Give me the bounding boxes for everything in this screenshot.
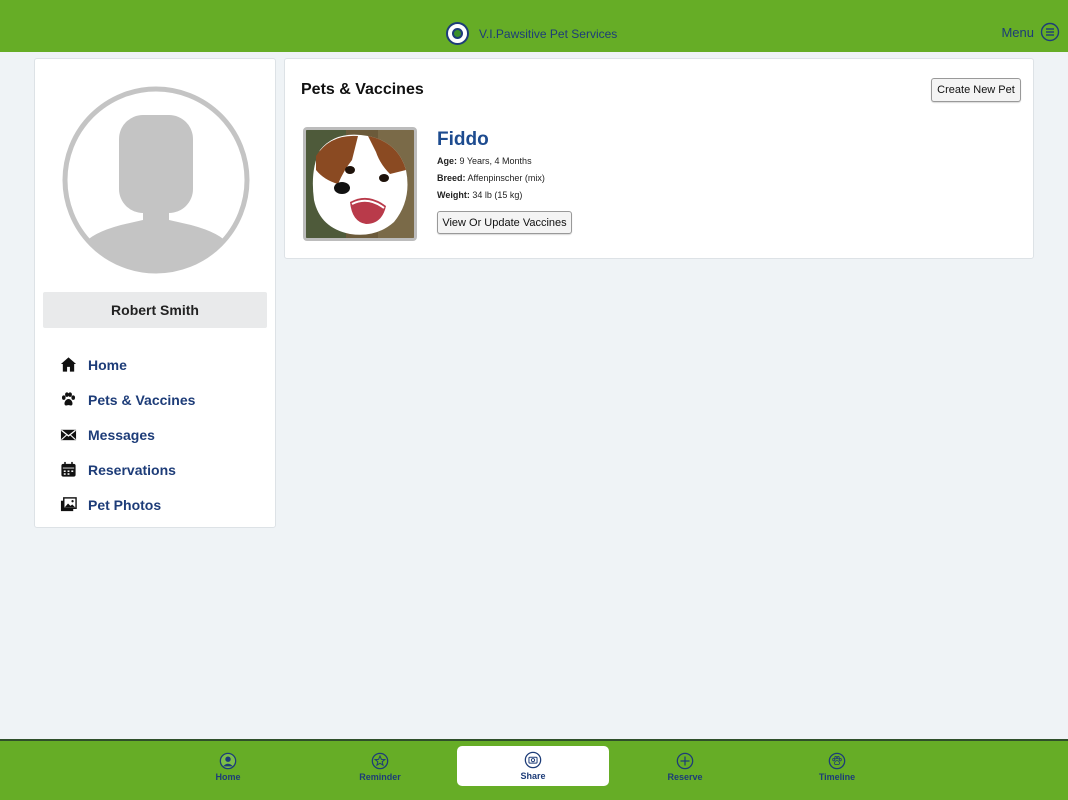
sidebar-item-pets-vaccines[interactable]: Pets & Vaccines (59, 382, 195, 417)
menu-button[interactable]: Menu (1001, 22, 1060, 42)
sidebar-item-reservations[interactable]: Reservations (59, 452, 195, 487)
user-circle-icon (219, 752, 237, 770)
top-bar: V.I.Pawsitive Pet Services Menu (0, 0, 1068, 52)
pet-breed-value: Affenpinscher (mix) (467, 173, 545, 183)
tab-home[interactable]: Home (152, 747, 304, 787)
tab-reminder[interactable]: Reminder (304, 747, 456, 787)
pet-weight-label: Weight: (437, 190, 470, 200)
app-title: V.I.Pawsitive Pet Services (479, 26, 618, 41)
camera-icon (524, 751, 542, 769)
brand[interactable]: V.I.Pawsitive Pet Services (446, 22, 617, 45)
pet-breed: Breed: Affenpinscher (mix) (437, 173, 545, 183)
pet-weight: Weight: 34 lb (15 kg) (437, 190, 522, 200)
pet-photo[interactable] (303, 127, 417, 241)
profile-name: Robert Smith (43, 292, 267, 328)
bottom-nav: Home Reminder Share Reserve Timeline (0, 739, 1068, 800)
pets-vaccines-card: Pets & Vaccines Create New Pet Fiddo Age… (284, 58, 1034, 259)
sidebar-item-label: Pets & Vaccines (88, 391, 196, 408)
avatar-placeholder-icon[interactable] (61, 85, 251, 275)
sidebar-nav: Home Pets & Vaccines Messages Reservatio… (59, 347, 195, 522)
sidebar-item-label: Messages (88, 426, 155, 443)
tab-label: Timeline (818, 772, 856, 782)
star-icon (371, 752, 389, 770)
page-title: Pets & Vaccines (301, 81, 424, 98)
home-icon (59, 356, 77, 374)
tab-share[interactable]: Share (457, 746, 609, 786)
photos-icon (59, 496, 77, 514)
pet-age-label: Age: (437, 156, 457, 166)
tab-label: Share (520, 771, 546, 781)
sidebar-item-label: Home (88, 356, 127, 373)
sidebar-item-pet-photos[interactable]: Pet Photos (59, 487, 195, 522)
sidebar-item-home[interactable]: Home (59, 347, 195, 382)
paw-logo-icon (446, 22, 469, 45)
tab-label: Home (215, 772, 241, 782)
pet-name[interactable]: Fiddo (437, 129, 489, 151)
pet-weight-value: 34 lb (15 kg) (472, 190, 523, 200)
sidebar-item-messages[interactable]: Messages (59, 417, 195, 452)
calendar-icon (59, 461, 77, 479)
pet-age-value: 9 Years, 4 Months (459, 156, 532, 166)
sidebar: Robert Smith Home Pets & Vaccines Messag… (34, 58, 276, 528)
tab-label: Reserve (667, 772, 703, 782)
sidebar-item-label: Pet Photos (88, 496, 162, 513)
hamburger-icon (1040, 22, 1060, 42)
envelope-icon (59, 426, 77, 444)
pet-age: Age: 9 Years, 4 Months (437, 156, 532, 166)
sidebar-item-label: Reservations (88, 461, 176, 478)
plus-circle-icon (676, 752, 694, 770)
pet-breed-label: Breed: (437, 173, 466, 183)
view-update-vaccines-button[interactable]: View Or Update Vaccines (437, 211, 572, 234)
tab-reserve[interactable]: Reserve (609, 747, 761, 787)
create-new-pet-button[interactable]: Create New Pet (931, 78, 1021, 102)
tab-timeline[interactable]: Timeline (761, 747, 913, 787)
paw-icon (59, 391, 77, 409)
tab-label: Reminder (359, 772, 401, 782)
menu-label: Menu (1001, 24, 1034, 40)
paw-circle-icon (828, 752, 846, 770)
